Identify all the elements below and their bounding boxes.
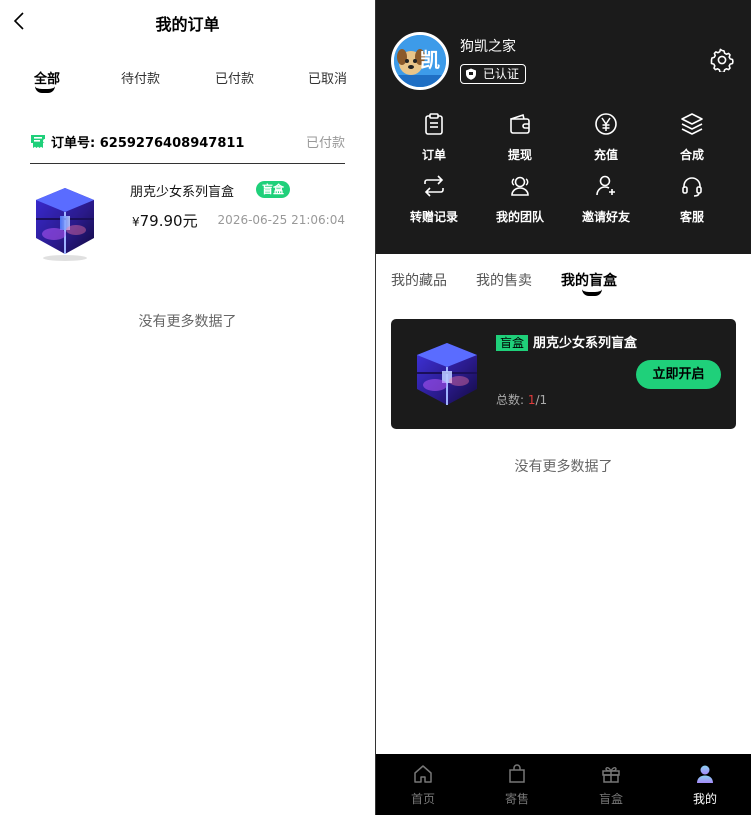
invite-user-icon [596, 175, 615, 196]
grid-item-synthesize[interactable]: 合成 [649, 112, 735, 170]
blind-box-card[interactable]: 盲盒 朋克少女系列盲盒 总数: 1/1 立即开启 [391, 319, 736, 429]
order-time: 2026-06-25 21:06:04 [217, 213, 345, 227]
profile-panel: 凯 狗凯之家 已认证 订单 提现 充值 合成 转赠记录 我的团队 邀请好友 客服… [376, 0, 751, 815]
blind-box-badge: 盲盒 [496, 335, 529, 351]
headset-icon [682, 177, 702, 197]
grid-item-orders[interactable]: 订单 [391, 112, 477, 170]
count-current: 1 [527, 393, 536, 407]
order-item[interactable]: 朋克少女系列盲盒 盲盒 ¥79.90元 2026-06-25 21:06:04 [30, 178, 345, 268]
clipboard-icon [425, 113, 443, 135]
order-number-value: 6259276408947811 [99, 136, 245, 151]
wallet-icon [510, 113, 530, 134]
tab-my-blind-boxes[interactable]: 我的盲盒 [561, 270, 617, 290]
item-price: ¥79.90元 [132, 210, 198, 231]
blind-box-cube-image [36, 188, 94, 261]
grid-item-transfer-records[interactable]: 转赠记录 [391, 174, 477, 232]
grid-item-label: 合成 [679, 148, 704, 162]
count-total: /1 [535, 393, 548, 407]
profile-header: 凯 狗凯之家 已认证 订单 提现 充值 合成 转赠记录 我的团队 邀请好友 客服 [376, 0, 751, 254]
open-now-button[interactable]: 立即开启 [636, 360, 721, 389]
order-number-label: 订单号: [51, 136, 96, 151]
grid-item-withdraw[interactable]: 提现 [477, 112, 563, 170]
tab-paid[interactable]: 已付款 [215, 68, 254, 87]
active-tab-indicator [582, 289, 602, 296]
grid-item-label: 转赠记录 [409, 210, 458, 224]
nav-label: 首页 [410, 792, 435, 806]
svg-text:凯: 凯 [420, 48, 440, 72]
layers-icon [681, 113, 703, 135]
tab-my-sales[interactable]: 我的售卖 [476, 270, 532, 290]
gear-icon[interactable] [710, 48, 734, 72]
blind-box-count: 总数: 1/1 [496, 391, 547, 408]
tab-pending-payment[interactable]: 待付款 [121, 68, 160, 87]
blind-box-cube-image [417, 343, 477, 405]
order-tabs: 全部 待付款 已付款 已取消 [0, 68, 375, 98]
grid-item-my-team[interactable]: 我的团队 [477, 174, 563, 232]
blind-box-badge: 盲盒 [256, 181, 290, 198]
receipt-icon [31, 135, 45, 148]
no-more-data-text: 没有更多数据了 [138, 314, 237, 330]
tab-my-collection[interactable]: 我的藏品 [391, 270, 447, 290]
no-more-data-text: 没有更多数据了 [514, 459, 613, 475]
bag-icon [509, 764, 525, 783]
dog-avatar-icon: 凯 [394, 35, 446, 87]
page-title: 我的订单 [155, 15, 220, 34]
order-status: 已付款 [305, 136, 345, 151]
home-icon [414, 765, 432, 783]
grid-item-label: 提现 [507, 148, 532, 162]
gift-icon [602, 767, 620, 783]
shield-icon [466, 68, 476, 80]
team-icon [511, 176, 529, 196]
item-name: 朋克少女系列盲盒 [130, 185, 235, 200]
price-value: 79.90元 [139, 212, 198, 230]
grid-item-label: 我的团队 [495, 210, 544, 224]
nav-consignment[interactable]: 寄售 [470, 754, 564, 815]
grid-item-invite-friends[interactable]: 邀请好友 [563, 174, 649, 232]
nav-home[interactable]: 首页 [376, 754, 470, 815]
grid-item-recharge[interactable]: 充值 [563, 112, 649, 170]
grid-item-label: 邀请好友 [581, 210, 630, 224]
bottom-nav: 首页 寄售 盲盒 我的 [376, 754, 751, 815]
tab-cancelled[interactable]: 已取消 [308, 68, 347, 87]
nav-mine[interactable]: 我的 [658, 754, 751, 815]
nav-label: 我的 [692, 792, 717, 806]
nav-label: 寄售 [504, 792, 529, 806]
username: 狗凯之家 [460, 39, 516, 55]
collection-tabs: 我的藏品 我的售卖 我的盲盒 [376, 270, 751, 300]
orders-panel: 我的订单 全部 待付款 已付款 已取消 订单号: 625927640894781… [0, 0, 375, 815]
nav-blind-box[interactable]: 盲盒 [564, 754, 658, 815]
user-icon [697, 765, 713, 783]
grid-item-label: 充值 [593, 148, 618, 162]
active-tab-indicator [35, 86, 55, 93]
verified-label: 已认证 [483, 67, 520, 81]
verified-badge: 已认证 [460, 64, 527, 84]
order-number: 订单号: 6259276408947811 [51, 132, 244, 151]
blind-box-name: 朋克少女系列盲盒 [533, 336, 638, 351]
tab-all[interactable]: 全部 [34, 68, 60, 87]
nav-label: 盲盒 [598, 792, 623, 806]
avatar[interactable]: 凯 [391, 32, 449, 90]
count-label: 总数: [496, 393, 525, 407]
grid-item-customer-service[interactable]: 客服 [649, 174, 735, 232]
grid-item-label: 订单 [421, 148, 446, 162]
currency-symbol: ¥ [132, 215, 140, 229]
grid-item-label: 客服 [679, 210, 704, 224]
transfer-icon [424, 175, 444, 197]
yen-coin-icon [595, 113, 617, 135]
order-header: 订单号: 6259276408947811 已付款 [30, 130, 345, 164]
